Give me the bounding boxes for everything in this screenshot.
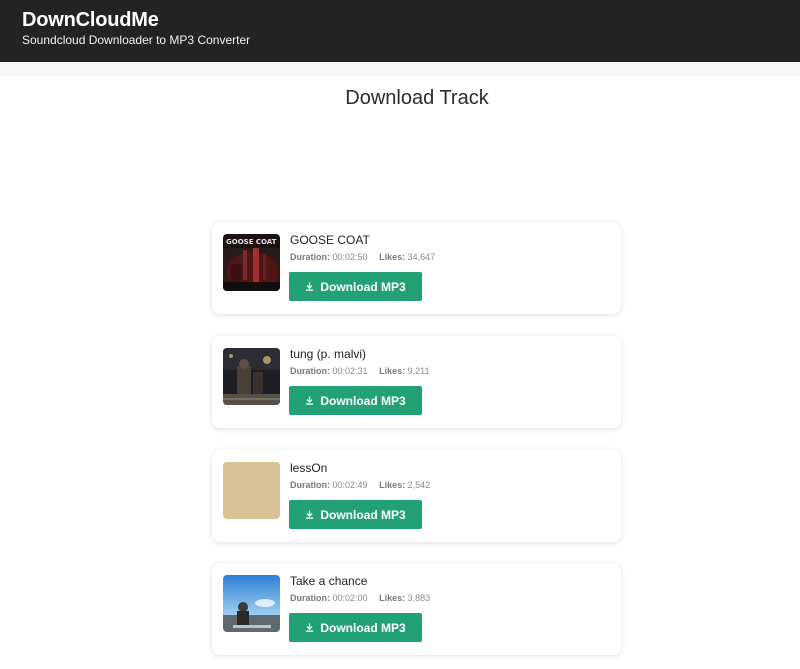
track-likes: 34,647 — [407, 252, 436, 262]
track-title: lessOn — [290, 461, 328, 475]
site-logo[interactable]: DownCloudMe — [22, 9, 159, 32]
likes-label: Likes: — [379, 366, 406, 376]
duration-label: Duration: — [290, 252, 330, 262]
track-title: Take a chance — [290, 574, 368, 588]
track-meta: Duration: 00:02:00 Likes: 3,883 — [290, 593, 430, 603]
download-button-label: Download MP3 — [320, 393, 406, 408]
likes-label: Likes: — [379, 252, 406, 262]
track-card: GOOSE COAT GOOSE COAT Duration: 00:02:50… — [212, 222, 621, 314]
track-meta: Duration: 00:02:31 Likes: 9,211 — [290, 366, 429, 376]
track-artwork — [223, 462, 280, 519]
header-divider — [0, 62, 800, 76]
track-duration: 00:02:00 — [332, 593, 368, 603]
download-button-label: Download MP3 — [320, 279, 406, 294]
download-button-label: Download MP3 — [320, 620, 406, 635]
track-card: lessOn Duration: 00:02:49 Likes: 2,542 D… — [212, 450, 621, 542]
track-likes: 3,883 — [407, 593, 431, 603]
duration-label: Duration: — [290, 480, 330, 490]
duration-label: Duration: — [290, 593, 330, 603]
site-tagline: Soundcloud Downloader to MP3 Converter — [22, 33, 251, 47]
download-arrow-icon — [306, 623, 314, 632]
download-arrow-icon — [306, 510, 314, 519]
download-arrow-icon — [306, 282, 314, 291]
track-artwork — [223, 348, 280, 405]
track-artwork — [223, 575, 280, 632]
download-button-label: Download MP3 — [320, 507, 406, 522]
duration-label: Duration: — [290, 366, 330, 376]
track-card: Take a chance Duration: 00:02:00 Likes: … — [212, 563, 621, 655]
track-title: tung (p. malvi) — [290, 347, 367, 361]
track-duration: 00:02:50 — [332, 252, 368, 262]
track-artwork: GOOSE COAT — [223, 234, 280, 291]
track-duration: 00:02:31 — [332, 366, 368, 376]
download-arrow-icon — [306, 396, 314, 405]
track-meta: Duration: 00:02:50 Likes: 34,647 — [290, 252, 435, 262]
page-title: Download Track — [345, 87, 489, 109]
likes-label: Likes: — [379, 593, 406, 603]
track-likes: 2,542 — [407, 480, 431, 490]
likes-label: Likes: — [379, 480, 406, 490]
track-duration: 00:02:49 — [332, 480, 368, 490]
download-mp3-button[interactable]: Download MP3 — [289, 272, 422, 301]
download-mp3-button[interactable]: Download MP3 — [289, 500, 422, 529]
artwork-text: GOOSE COAT — [226, 238, 277, 246]
download-mp3-button[interactable]: Download MP3 — [289, 613, 422, 642]
track-likes: 9,211 — [407, 366, 430, 376]
track-meta: Duration: 00:02:49 Likes: 2,542 — [290, 480, 430, 490]
track-card: tung (p. malvi) Duration: 00:02:31 Likes… — [212, 336, 621, 428]
track-title: GOOSE COAT — [290, 233, 370, 247]
download-mp3-button[interactable]: Download MP3 — [289, 386, 422, 415]
site-header: DownCloudMe Soundcloud Downloader to MP3… — [0, 0, 800, 62]
